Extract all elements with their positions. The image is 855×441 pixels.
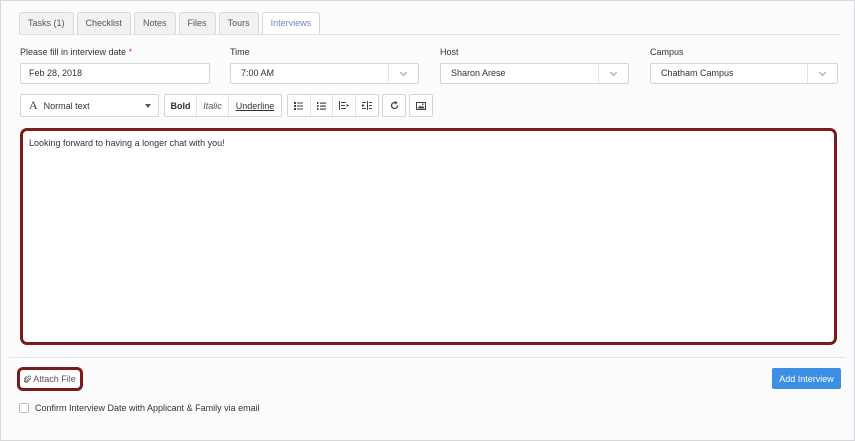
tab-checklist[interactable]: Checklist (76, 12, 132, 34)
add-interview-button[interactable]: Add Interview (772, 368, 841, 389)
date-value: Feb 28, 2018 (29, 68, 83, 78)
caret-down-icon (145, 104, 151, 108)
date-label: Please fill in interview date * (20, 47, 132, 57)
attach-file-button[interactable]: Attach File (17, 367, 83, 391)
tab-notes[interactable]: Notes (134, 12, 176, 34)
bullet-list-button[interactable] (288, 95, 311, 116)
numbered-list-button[interactable] (311, 95, 333, 116)
text-format-value: Normal text (43, 100, 90, 111)
undo-icon (390, 101, 398, 110)
indent-icon (361, 101, 372, 110)
text-format-icon: A (29, 98, 38, 112)
italic-button[interactable]: Italic (197, 95, 229, 116)
tab-files[interactable]: Files (178, 12, 216, 34)
campus-dropdown-toggle[interactable] (807, 64, 837, 83)
outdent-button[interactable] (333, 95, 356, 116)
host-label: Host (440, 47, 459, 57)
image-icon (416, 101, 426, 110)
indent-button[interactable] (356, 95, 378, 116)
host-value: Sharon Arese (451, 68, 506, 78)
interview-notes-editor[interactable]: Looking forward to having a longer chat … (20, 128, 837, 345)
underline-button[interactable]: Underline (229, 95, 281, 116)
campus-select[interactable]: Chatham Campus (650, 63, 838, 84)
confirm-email-option: Confirm Interview Date with Applicant & … (19, 403, 260, 413)
host-select[interactable]: Sharon Arese (440, 63, 629, 84)
text-format-select[interactable]: A Normal text (20, 94, 159, 117)
time-value: 7:00 AM (241, 68, 275, 78)
date-label-text: Please fill in interview date (20, 47, 127, 57)
list-group (287, 94, 379, 117)
host-dropdown-toggle[interactable] (598, 64, 628, 83)
tab-interviews[interactable]: Interviews (261, 12, 321, 34)
tab-tasks[interactable]: Tasks (1) (19, 12, 74, 34)
required-mark: * (128, 47, 133, 57)
bold-button[interactable]: Bold (165, 95, 197, 116)
tab-bar: Tasks (1) Checklist Notes Files Tours In… (19, 12, 323, 34)
campus-value: Chatham Campus (661, 68, 734, 78)
tab-divider (19, 34, 840, 35)
confirm-email-checkbox[interactable] (19, 403, 29, 413)
time-select[interactable]: 7:00 AM (230, 63, 419, 84)
editor-content: Looking forward to having a longer chat … (29, 138, 225, 148)
campus-label: Campus (650, 47, 684, 57)
chevron-down-icon (609, 68, 618, 76)
text-style-group: Bold Italic Underline (164, 94, 282, 117)
date-input[interactable]: Feb 28, 2018 (20, 63, 210, 84)
insert-image-button[interactable] (409, 94, 433, 117)
time-label: Time (230, 47, 250, 57)
numbered-list-icon (316, 101, 326, 110)
confirm-email-label[interactable]: Confirm Interview Date with Applicant & … (35, 403, 260, 413)
undo-button[interactable] (382, 94, 406, 117)
time-dropdown-toggle[interactable] (388, 64, 418, 83)
paperclip-icon (24, 375, 32, 383)
bullet-list-icon (294, 101, 304, 110)
tab-tours[interactable]: Tours (218, 12, 259, 34)
chevron-down-icon (399, 68, 408, 76)
outdent-icon (338, 101, 349, 110)
section-divider (9, 357, 846, 358)
chevron-down-icon (818, 68, 827, 76)
interview-panel: Tasks (1) Checklist Notes Files Tours In… (0, 0, 855, 441)
attach-file-label: Attach File (33, 374, 76, 384)
